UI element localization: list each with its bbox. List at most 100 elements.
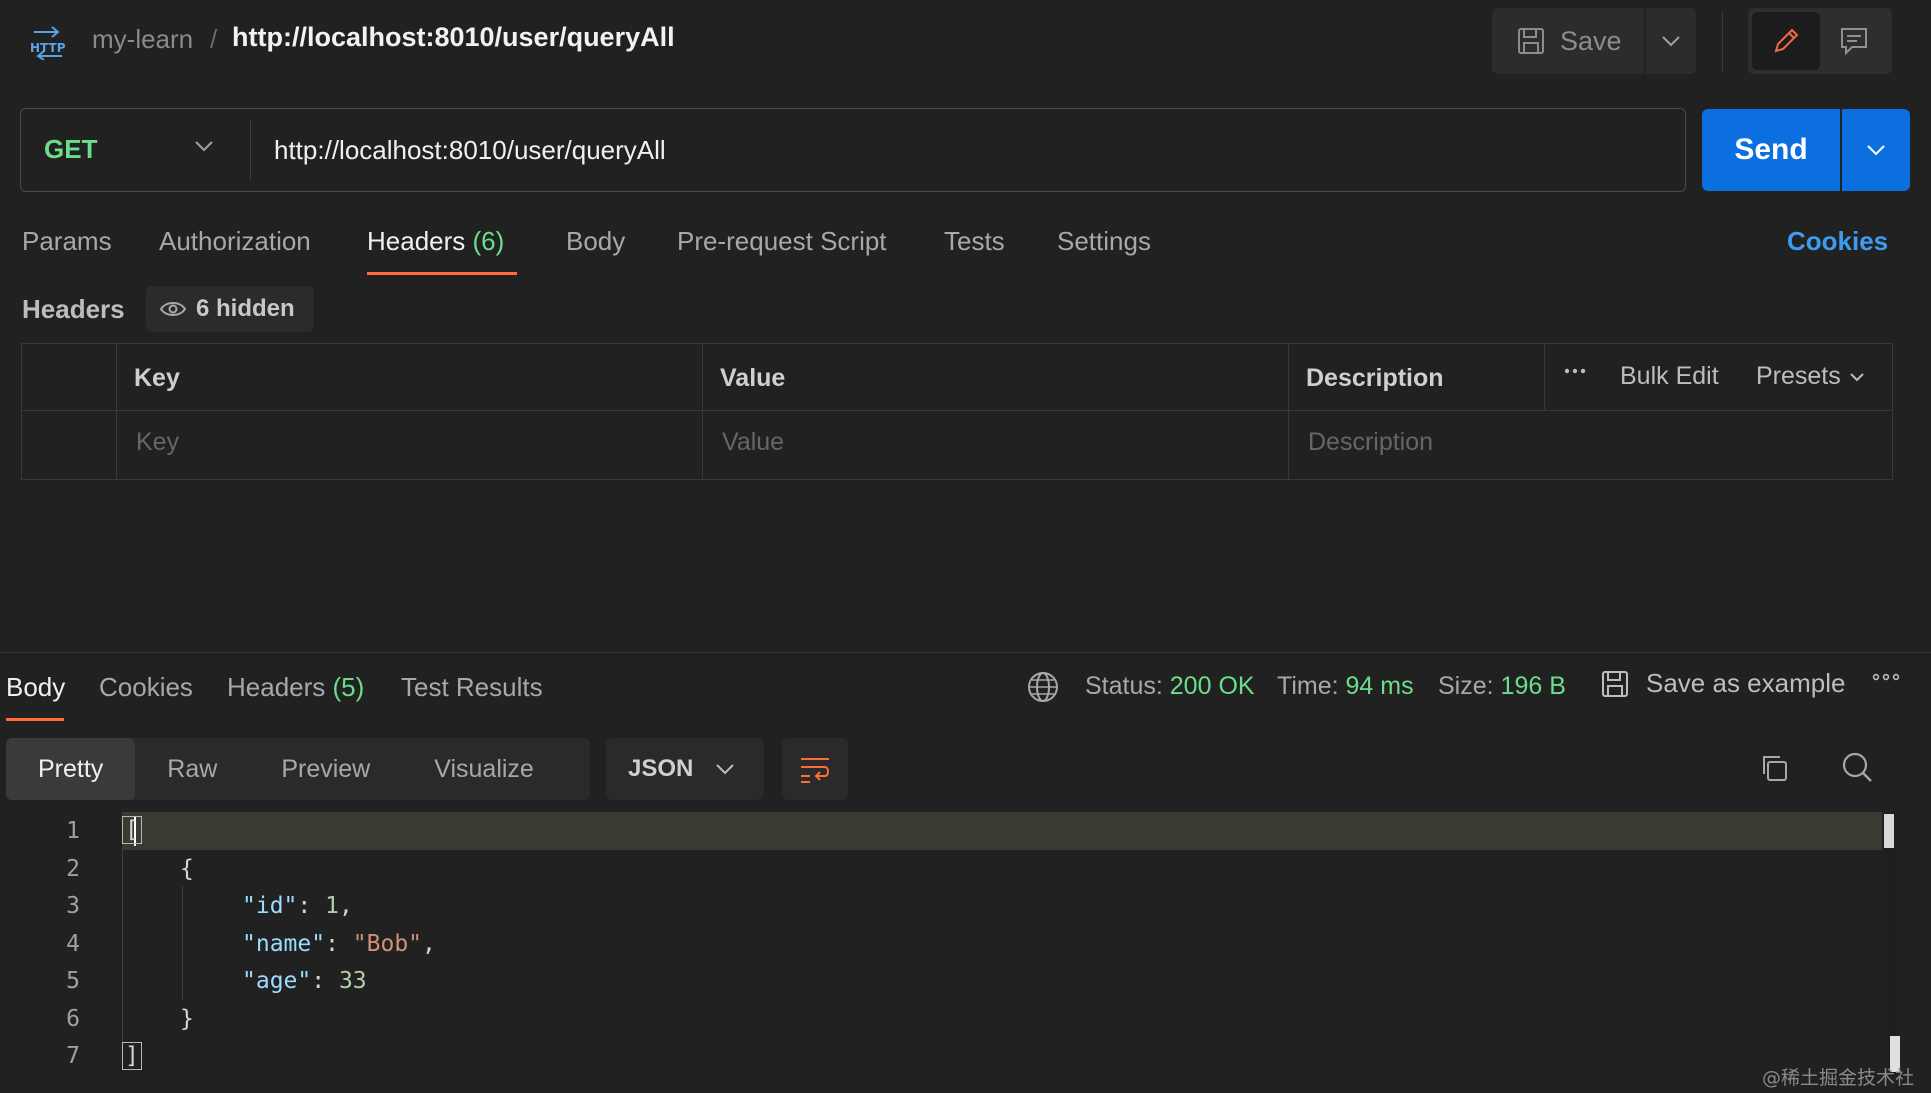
tab-authorization[interactable]: Authorization: [159, 226, 311, 257]
headers-section-title: Headers: [22, 294, 125, 324]
tab-pre-request-script[interactable]: Pre-request Script: [677, 226, 887, 257]
indent-guide: [122, 850, 123, 1050]
line-number: 3: [66, 893, 80, 919]
active-tab-indicator: [6, 718, 64, 721]
json-string: "Bob": [352, 931, 423, 957]
breadcrumb-separator: /: [210, 24, 218, 54]
save-options-button[interactable]: [1646, 8, 1696, 74]
save-as-example-button[interactable]: Save as example: [1600, 668, 1845, 699]
active-line-highlight: [122, 812, 1882, 850]
cookies-link[interactable]: Cookies: [1787, 226, 1888, 257]
send-options-button[interactable]: [1842, 109, 1910, 191]
language-select[interactable]: JSON: [606, 738, 764, 800]
language-label: JSON: [628, 755, 694, 782]
copy-icon[interactable]: [1758, 752, 1790, 784]
response-status: Status: 200 OK: [1085, 672, 1255, 701]
format-tab-preview[interactable]: Preview: [249, 738, 402, 800]
chevron-down-icon: [1661, 35, 1681, 47]
format-tab-pretty[interactable]: Pretty: [6, 738, 136, 800]
json-key: "age": [242, 968, 312, 994]
table-row-divider: [22, 410, 1892, 411]
value-input[interactable]: Value: [722, 428, 784, 457]
column-divider: [116, 344, 117, 479]
save-icon: [1600, 669, 1630, 699]
tab-tests[interactable]: Tests: [944, 226, 1005, 257]
wrap-lines-icon: [799, 755, 831, 783]
wrap-lines-button[interactable]: [782, 738, 848, 800]
code-line-4[interactable]: "name": "Bob",: [242, 931, 436, 957]
response-tab-test-results[interactable]: Test Results: [401, 672, 543, 703]
line-number: 1: [66, 818, 80, 844]
toolbar-divider: [1722, 12, 1723, 72]
column-header-value: Value: [720, 364, 786, 392]
url-divider: [250, 120, 251, 180]
globe-icon[interactable]: [1026, 670, 1060, 704]
json-key: "name": [242, 931, 326, 957]
response-tab-body[interactable]: Body: [6, 672, 65, 703]
watermark: @稀土掘金技术社区: [1762, 1067, 1915, 1089]
tab-body[interactable]: Body: [566, 226, 625, 257]
url-input[interactable]: [274, 124, 1654, 176]
edit-mode-button[interactable]: [1752, 12, 1820, 70]
format-tab-raw[interactable]: Raw: [135, 738, 249, 800]
chevron-down-icon: [1849, 372, 1865, 382]
more-options-icon[interactable]: [1562, 358, 1588, 384]
response-time: Time: 94 ms: [1277, 672, 1414, 701]
response-size: Size: 196 B: [1438, 672, 1566, 701]
column-divider: [1544, 344, 1545, 410]
presets-dropdown[interactable]: Presets: [1756, 362, 1865, 391]
format-tab-visualize[interactable]: Visualize: [402, 738, 566, 800]
hidden-count: 6 hidden: [196, 295, 295, 322]
request-title[interactable]: http://localhost:8010/user/queryAll: [232, 22, 675, 53]
save-label: Save: [1560, 25, 1622, 56]
column-header-key: Key: [134, 364, 180, 392]
size-value: 196 B: [1500, 672, 1566, 700]
description-input[interactable]: Description: [1308, 428, 1433, 457]
code-line-7[interactable]: ]: [122, 1042, 142, 1070]
method-select[interactable]: GET: [44, 134, 97, 165]
column-divider: [1288, 344, 1289, 479]
code-line-6[interactable]: }: [180, 1006, 194, 1032]
status-value: 200 OK: [1169, 672, 1255, 700]
size-label: Size:: [1438, 672, 1494, 700]
chevron-down-icon[interactable]: [194, 140, 214, 152]
json-key: "id": [242, 893, 298, 919]
code-line-5[interactable]: "age": 33: [242, 968, 367, 994]
scrollbar-thumb[interactable]: [1884, 814, 1894, 848]
hidden-headers-toggle[interactable]: 6 hidden: [146, 286, 314, 332]
key-input[interactable]: Key: [136, 428, 179, 457]
tab-params[interactable]: Params: [22, 226, 112, 257]
save-as-example-label: Save as example: [1646, 668, 1846, 698]
pencil-icon: [1770, 25, 1802, 57]
save-button[interactable]: Save: [1492, 8, 1644, 74]
svg-text:HTTP: HTTP: [30, 41, 66, 55]
status-label: Status:: [1085, 672, 1163, 700]
json-number: 1: [325, 893, 339, 919]
line-number: 7: [66, 1043, 80, 1069]
comments-button[interactable]: [1820, 12, 1888, 70]
time-value: 94 ms: [1345, 672, 1414, 700]
tab-settings[interactable]: Settings: [1057, 226, 1151, 257]
bulk-edit-button[interactable]: Bulk Edit: [1620, 362, 1719, 391]
response-tab-headers-count: (5): [332, 672, 365, 702]
save-icon: [1516, 26, 1546, 56]
tab-headers[interactable]: Headers (6): [367, 226, 504, 257]
line-number: 5: [66, 968, 80, 994]
chevron-down-icon: [1866, 144, 1886, 156]
indent-guide: [182, 886, 183, 1000]
line-number: 4: [66, 931, 80, 957]
response-tab-cookies[interactable]: Cookies: [99, 672, 193, 703]
code-line-2[interactable]: {: [180, 856, 194, 882]
response-divider[interactable]: [0, 652, 1931, 653]
comment-icon: [1838, 25, 1870, 57]
mode-toggle: [1748, 8, 1892, 74]
response-tab-headers[interactable]: Headers (5): [227, 672, 364, 703]
breadcrumb-collection[interactable]: my-learn: [92, 24, 193, 55]
http-icon: HTTP: [28, 26, 68, 60]
search-icon[interactable]: [1840, 750, 1874, 784]
more-options-icon[interactable]: [1870, 664, 1902, 690]
send-button[interactable]: Send: [1702, 109, 1840, 191]
code-line-3[interactable]: "id": 1,: [242, 893, 353, 919]
eye-icon: [160, 300, 186, 318]
code-line-1[interactable]: [: [122, 816, 142, 844]
